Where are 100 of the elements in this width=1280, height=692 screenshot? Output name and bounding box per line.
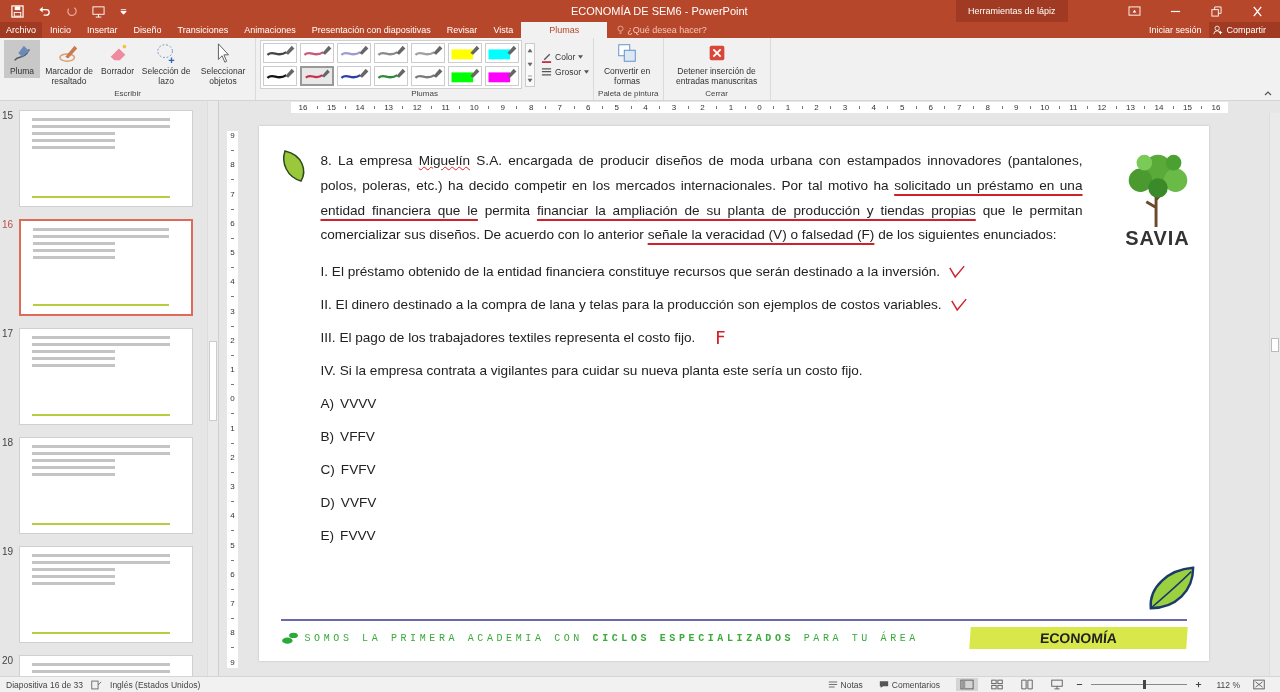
shapes-icon <box>616 42 639 64</box>
group-label: Cerrar <box>704 89 729 100</box>
option-letter: E) <box>320 528 335 544</box>
horizontal-ruler: 16 15 14 13 12 11 10 9 8 7 6 5 4 3 2 1 0 1 2 3 4 5 6 7 8 9 10 11 12 13 14 15 16 <box>291 102 1228 113</box>
option-text: FVVV <box>340 528 376 544</box>
slide-thumbnail[interactable] <box>19 219 193 316</box>
close-icon[interactable] <box>1251 5 1264 17</box>
ribbon-tab[interactable]: Vista <box>485 22 522 38</box>
pen-swatch[interactable] <box>337 43 372 63</box>
pen-swatch[interactable] <box>263 66 298 86</box>
slide-thumbnail[interactable] <box>19 110 193 207</box>
pen-swatch[interactable] <box>374 43 409 63</box>
ribbon-tab[interactable]: Revisar <box>438 22 486 38</box>
ribbon-display-icon[interactable] <box>1128 5 1141 17</box>
customize-icon[interactable] <box>119 6 128 16</box>
pen-swatch[interactable] <box>485 66 520 86</box>
pen-swatch[interactable] <box>448 66 483 86</box>
lightbulb-icon <box>617 25 625 35</box>
zoom-out-icon[interactable] <box>1076 681 1083 688</box>
statement-text: IV. Si la empresa contrata a vigilantes para cuidar su nueva planta este sería un costo fijo. <box>320 363 863 379</box>
slide-thumbnail[interactable] <box>19 546 193 643</box>
pen-swatch[interactable] <box>337 66 372 86</box>
pen-swatch[interactable] <box>300 66 335 86</box>
zoom-level[interactable]: 112 % <box>1210 679 1240 690</box>
check-mark-icon <box>949 297 968 313</box>
pen-swatch[interactable] <box>411 66 446 86</box>
ink-tool-button[interactable]: Marcador de resaltado <box>41 40 97 88</box>
option-letter: D) <box>320 495 335 511</box>
logo-text: SAVIA <box>1125 227 1190 250</box>
ribbon-tab[interactable]: Inicio <box>42 22 80 38</box>
ribbon-tab[interactable]: Insertar <box>79 22 126 38</box>
slideshow-icon[interactable] <box>92 4 105 18</box>
option-letter: B) <box>320 429 335 445</box>
share-button[interactable]: Compartir <box>1209 22 1280 38</box>
statement-text: III. El pago de los trabajadores textiles representa el costo fijo. <box>320 330 696 346</box>
collapse-ribbon-icon[interactable] <box>1264 91 1272 96</box>
notes-icon <box>827 680 838 689</box>
ink-tool-button[interactable]: Pluma <box>4 40 40 78</box>
slide-number: 15 <box>1 110 15 123</box>
convert-to-shapes-button[interactable]: Convertir en formas <box>598 40 657 88</box>
option-text: VFFV <box>340 429 375 445</box>
subject-label: ECONOMÍA <box>968 627 1188 649</box>
pen-swatch[interactable] <box>485 43 520 63</box>
redo-icon[interactable] <box>65 4 78 18</box>
pen-swatch[interactable] <box>448 43 483 63</box>
option-letter: A) <box>320 396 335 412</box>
pen-option-dropdown[interactable]: Color <box>541 51 590 63</box>
sprout-icon <box>280 631 299 645</box>
ribbon-tab[interactable]: Presentación con diapositivas <box>303 22 439 38</box>
restore-icon[interactable] <box>1210 5 1223 17</box>
context-tab-header: Herramientas de lápiz <box>956 0 1068 22</box>
pen-swatch[interactable] <box>374 66 409 86</box>
notes-button[interactable]: Notas <box>827 679 863 690</box>
vertical-ruler: 9 8 7 6 5 4 3 2 1 0 1 2 3 4 5 6 7 8 9 <box>227 131 238 668</box>
spelling-icon[interactable] <box>91 679 103 690</box>
ink-tool-button[interactable]: Borrador <box>98 40 138 78</box>
ribbon-tab[interactable]: Animaciones <box>236 22 304 38</box>
scrollbar[interactable] <box>207 101 218 676</box>
pen-option-label: Grosor <box>555 67 582 77</box>
slide-number: 20 <box>1 655 15 668</box>
pen-swatch[interactable] <box>411 43 446 63</box>
tell-me-field[interactable]: ¿Qué desea hacer? <box>607 22 718 38</box>
ink-tool-button[interactable]: Selección de lazo <box>138 40 195 88</box>
save-icon[interactable] <box>11 4 24 18</box>
slide-thumbnail[interactable] <box>19 437 193 534</box>
option-text: VVVV <box>340 396 377 412</box>
stop-inking-button[interactable]: Detener inserción de entradas manuscritas <box>667 40 766 88</box>
person-icon <box>1213 25 1224 35</box>
zoom-slider-thumb[interactable] <box>1142 680 1146 689</box>
caret-icon <box>584 70 590 74</box>
ribbon-tab[interactable]: Diseño <box>125 22 170 38</box>
option-text: VVFV <box>340 495 377 511</box>
pen-option-dropdown[interactable]: Grosor <box>541 66 590 78</box>
gallery-scroll-icon[interactable] <box>525 42 536 87</box>
slide-number: 18 <box>1 437 15 450</box>
option-text: FVFV <box>340 462 376 478</box>
comments-button[interactable]: Comentarios <box>878 679 940 690</box>
window-title: ECONOMÍA DE SEM6 - PowerPoint <box>571 5 749 17</box>
color-icon <box>541 51 553 63</box>
group-label: Escribir <box>113 89 142 100</box>
language-indicator[interactable]: Inglés (Estados Unidos) <box>110 679 201 690</box>
comment-icon <box>878 680 889 689</box>
slide-number: 16 <box>1 219 15 232</box>
statement-text: II. El dinero destinado a la compra de lana y telas para la producción son ejemplos de costos variables. <box>320 297 942 313</box>
undo-icon[interactable] <box>38 4 51 18</box>
leaf-icon <box>280 149 307 183</box>
ribbon-tab[interactable]: Archivo <box>0 22 42 38</box>
ribbon-tab[interactable]: Plumas <box>521 22 608 38</box>
slogan-text: SOMOS LA PRIMERA ACADEMIA CON CICLOS ESPECIALIZADOS PARA TU ÁREA <box>304 632 919 644</box>
statement-text: I. El préstamo obtenido de la entidad financiera constituye recursos que serán destinado a la inversión. <box>320 264 941 280</box>
slide-thumbnail[interactable] <box>19 328 193 425</box>
ink-tool-button[interactable]: Seleccionar objetos <box>195 40 252 88</box>
ribbon-tab[interactable]: Transiciones <box>169 22 237 38</box>
sign-in-link[interactable]: Iniciar sesión <box>1148 22 1210 38</box>
caret-icon <box>578 55 584 59</box>
pen-swatch[interactable] <box>300 43 335 63</box>
zoom-in-icon[interactable] <box>1195 681 1202 688</box>
pen-swatch[interactable] <box>263 43 298 63</box>
scrollbar[interactable] <box>1269 113 1280 676</box>
option-letter: C) <box>320 462 335 478</box>
